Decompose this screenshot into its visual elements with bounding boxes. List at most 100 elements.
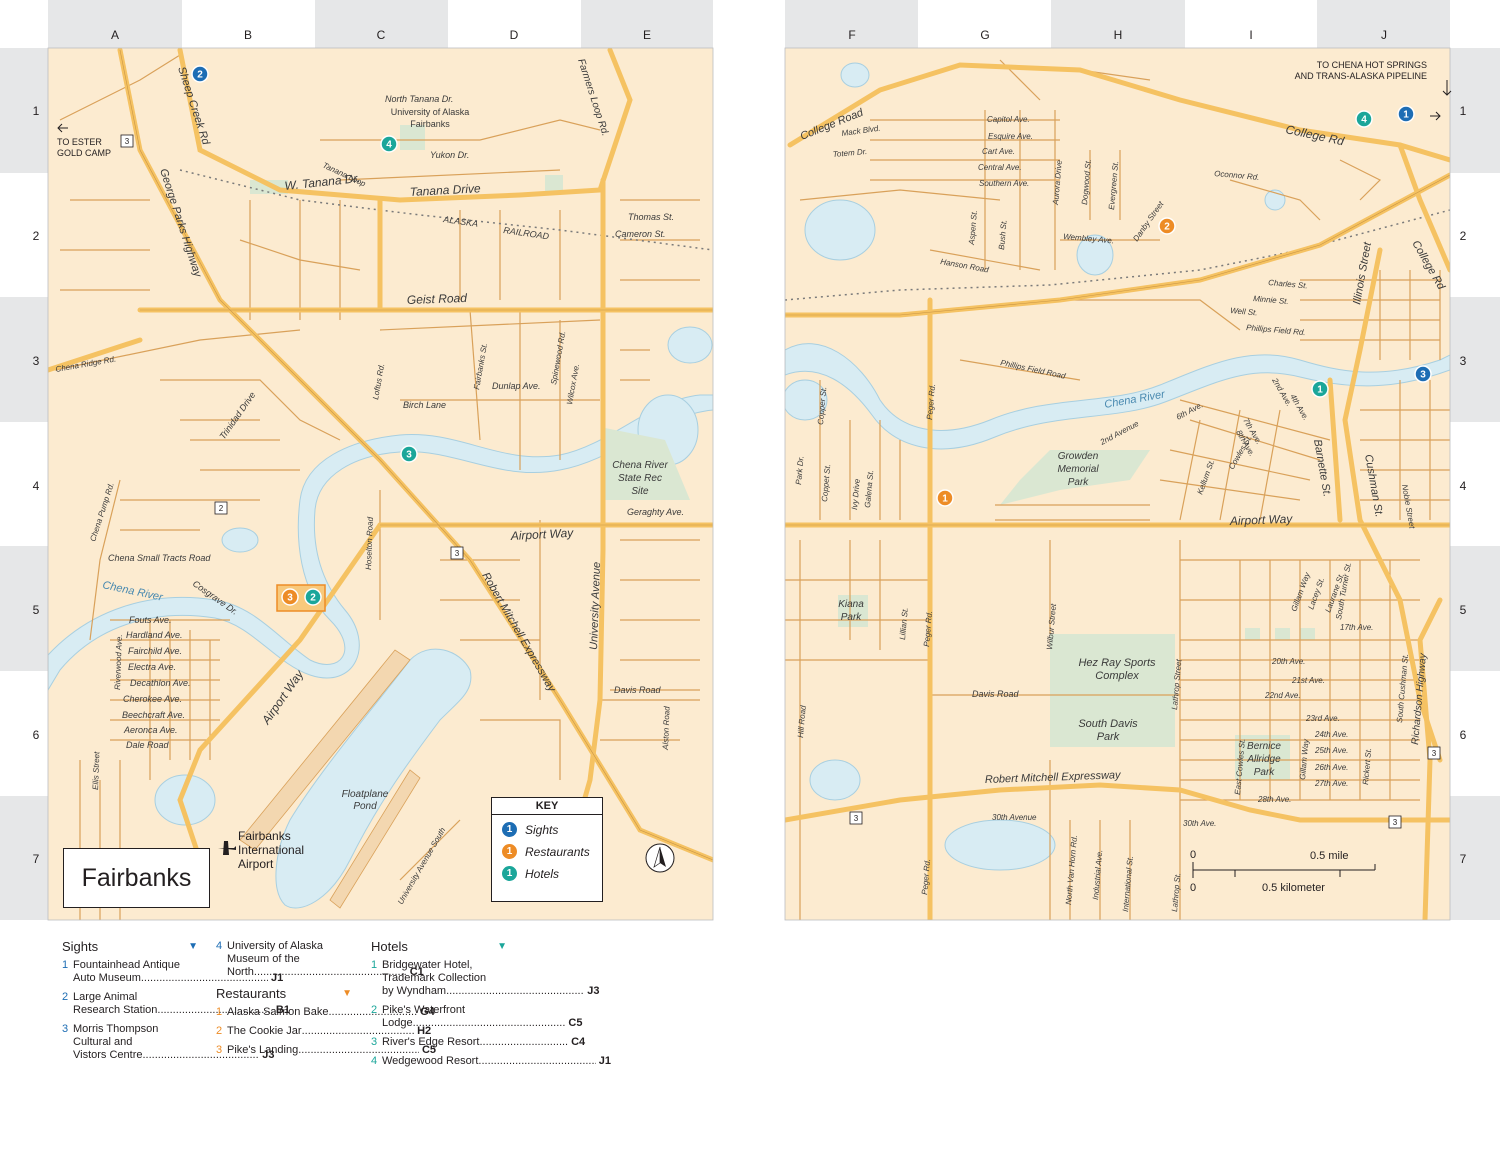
road-label: Ellis Street (91, 751, 101, 790)
legend-item: 3 River's Edge Resort....................… (371, 1036, 585, 1049)
airport-label-line3: Airport (238, 857, 274, 871)
road-label: Chena Small Tracts Road (108, 553, 211, 563)
road-label: 28th Ave. (1257, 795, 1291, 804)
svg-text:3: 3 (1420, 370, 1426, 381)
key-title: KEY (492, 798, 602, 815)
road-label: Beechcraft Ave. (122, 710, 185, 720)
legend-hotels-header: Hotels ▼ (371, 940, 507, 953)
legend-restaurants-list: 1 Alaska Salmon Bake.....................… (216, 1006, 436, 1057)
airport-label-line2: International (238, 843, 304, 857)
chena-rec-site-label: Site (631, 486, 649, 497)
legend-restaurants-title: Restaurants (216, 986, 287, 1001)
legend-item-name: River's Edge Resort.....................… (382, 1036, 569, 1048)
sights-marker[interactable]: 1 (1397, 105, 1415, 123)
grid-row-right-3: 3 (1460, 354, 1467, 368)
grid-row-left-5: 5 (33, 603, 40, 617)
svg-text:4: 4 (386, 140, 392, 151)
hez-ray-complex-label: Complex (1095, 670, 1139, 682)
grid-row-left-1: 1 (33, 104, 40, 118)
legend-item-number: 3 (371, 1036, 378, 1048)
growden-park-label: Park (1068, 477, 1090, 488)
grid-row-right-4: 4 (1460, 479, 1467, 493)
road-label: Yukon Dr. (430, 150, 469, 160)
legend-item-grid-ref: J1 (598, 1055, 612, 1067)
campus-label: University of Alaska (391, 107, 470, 117)
hotels-marker[interactable]: 1 (1311, 380, 1329, 398)
ester-label-line2: GOLD CAMP (57, 148, 111, 158)
grid-row-right-5: 5 (1460, 603, 1467, 617)
legend-item-number: 1 (216, 1006, 223, 1018)
north-arrow-icon (645, 843, 675, 873)
legend-item: 3 Morris Thompson Cultural and Vistors Cent… (62, 1023, 274, 1062)
legend-hotels-column: Hotels ▼ 1 Bridgewater Hotel, Trademark Co… (371, 940, 611, 1074)
svg-text:4: 4 (1361, 115, 1367, 126)
restaurants-marker[interactable]: 3 (281, 588, 299, 606)
road-label: North Tanana Dr. (385, 94, 453, 104)
scale-zero-km: 0 (1190, 882, 1196, 894)
svg-text:3: 3 (1432, 749, 1437, 758)
road-label: Fairchild Ave. (128, 646, 182, 656)
grid-col-I: I (1249, 28, 1252, 42)
road-label: Esquire Ave. (988, 132, 1033, 141)
airport-label-line1: Fairbanks (238, 829, 291, 843)
chena-rec-site-label: Chena River (612, 460, 668, 471)
highway-shield-icon: 3 (1427, 746, 1441, 760)
chena-hot-springs-line1: TO CHENA HOT SPRINGS (1317, 60, 1427, 70)
road-label: Cart Ave. (982, 147, 1015, 156)
chena-rec-site-label: State Rec (618, 473, 662, 484)
svg-text:3: 3 (1393, 818, 1398, 827)
road-label: Thomas St. (628, 212, 674, 222)
hotels-marker[interactable]: 4 (380, 135, 398, 153)
svg-text:2: 2 (197, 70, 203, 81)
hotels-marker[interactable]: 2 (304, 588, 322, 606)
legend-item-grid-ref: C4 (571, 1036, 586, 1048)
road-label: 25th Ave. (1314, 746, 1348, 755)
restaurants-marker[interactable]: 2 (1158, 217, 1176, 235)
road-label: Dunlap Ave. (492, 381, 541, 391)
road-label: 20th Ave. (1271, 657, 1305, 666)
legend-item-name: Bridgewater Hotel, Trademark Collection by… (382, 959, 585, 997)
sights-marker[interactable]: 3 (1414, 365, 1432, 383)
legend-item-number: 2 (371, 1004, 378, 1016)
sights-marker[interactable]: 2 (191, 65, 209, 83)
grid-row-left-4: 4 (33, 479, 40, 493)
legend-item-grid-ref: J3 (587, 985, 600, 997)
grid-col-H: H (1114, 28, 1123, 42)
svg-text:1: 1 (1317, 385, 1323, 396)
bernice-allridge-park-label: Bernice (1247, 741, 1281, 752)
grid-row-left-6: 6 (33, 728, 40, 742)
road-label: Birch Lane (403, 400, 446, 410)
legend-item-name: Pike's Waterfront Lodge..................… (382, 1004, 566, 1029)
legend-item-number: 2 (62, 991, 69, 1003)
grid-col-F: F (848, 28, 855, 42)
legend-sights-list: 1 Fountainhead Antique Auto Museum........… (62, 959, 290, 1062)
svg-text:3: 3 (125, 137, 130, 146)
hotels-triangle-icon: ▼ (497, 941, 507, 952)
svg-text:2: 2 (1164, 222, 1170, 233)
svg-text:3: 3 (287, 593, 293, 604)
hotels-marker[interactable]: 3 (400, 445, 418, 463)
svg-text:3: 3 (854, 814, 859, 823)
svg-text:1: 1 (942, 494, 948, 505)
grid-col-J: J (1381, 28, 1387, 42)
key-restaurants-dot: 1 (502, 844, 517, 859)
highway-shield-icon: 2 (214, 501, 228, 515)
restaurants-marker[interactable]: 1 (936, 489, 954, 507)
south-davis-park-label: South Davis (1078, 718, 1138, 730)
key-row-hotels: 1 Hotels (502, 866, 602, 881)
hotels-marker[interactable]: 4 (1355, 110, 1373, 128)
road-label: Hoselton Road (364, 516, 375, 570)
svg-text:2: 2 (219, 504, 224, 513)
grid-col-E: E (643, 28, 651, 42)
legend-sights-header: Sights ▼ (62, 940, 198, 953)
highway-shield-icon: 3 (450, 546, 464, 560)
map-key: KEY 1 Sights 1 Restaurants 1 Hotels (491, 797, 603, 902)
key-sights-label: Sights (525, 822, 559, 837)
campus-label: Fairbanks (410, 119, 450, 129)
highway-shield-icon: 3 (120, 134, 134, 148)
highway-shield-icon: 3 (1388, 815, 1402, 829)
bernice-allridge-park-label: Park (1254, 767, 1276, 778)
legend-item: 3 Pike's Landing.........................… (216, 1044, 436, 1057)
legend-item-number: 3 (216, 1044, 223, 1056)
legend-sights-list-continued: 4 University of Alaska Museum of the North.… (216, 940, 424, 979)
